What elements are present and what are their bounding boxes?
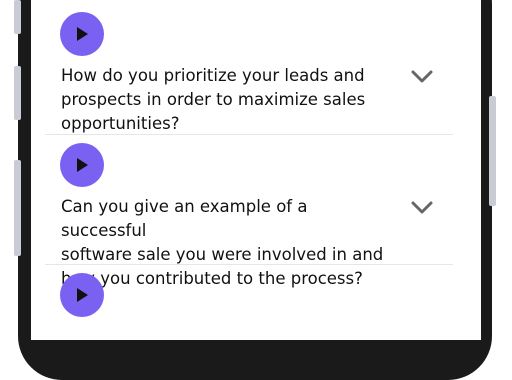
play-icon: [77, 288, 88, 302]
phone-screen: How do you prioritize your leads and pro…: [31, 0, 481, 340]
divider: [45, 264, 453, 265]
play-button[interactable]: [60, 12, 104, 56]
faq-question: Can you give an example of a successful …: [61, 197, 384, 288]
faq-question: How do you prioritize your leads and pro…: [61, 66, 366, 133]
chevron-down-icon[interactable]: [411, 201, 433, 215]
play-button[interactable]: [60, 143, 104, 187]
divider: [45, 134, 453, 135]
power-button: [489, 96, 496, 206]
chevron-down-icon[interactable]: [411, 70, 433, 84]
play-button[interactable]: [60, 273, 104, 317]
volume-down-button: [14, 160, 21, 256]
mute-switch: [14, 0, 21, 34]
play-icon: [77, 27, 88, 41]
play-icon: [77, 158, 88, 172]
volume-up-button: [14, 66, 21, 120]
